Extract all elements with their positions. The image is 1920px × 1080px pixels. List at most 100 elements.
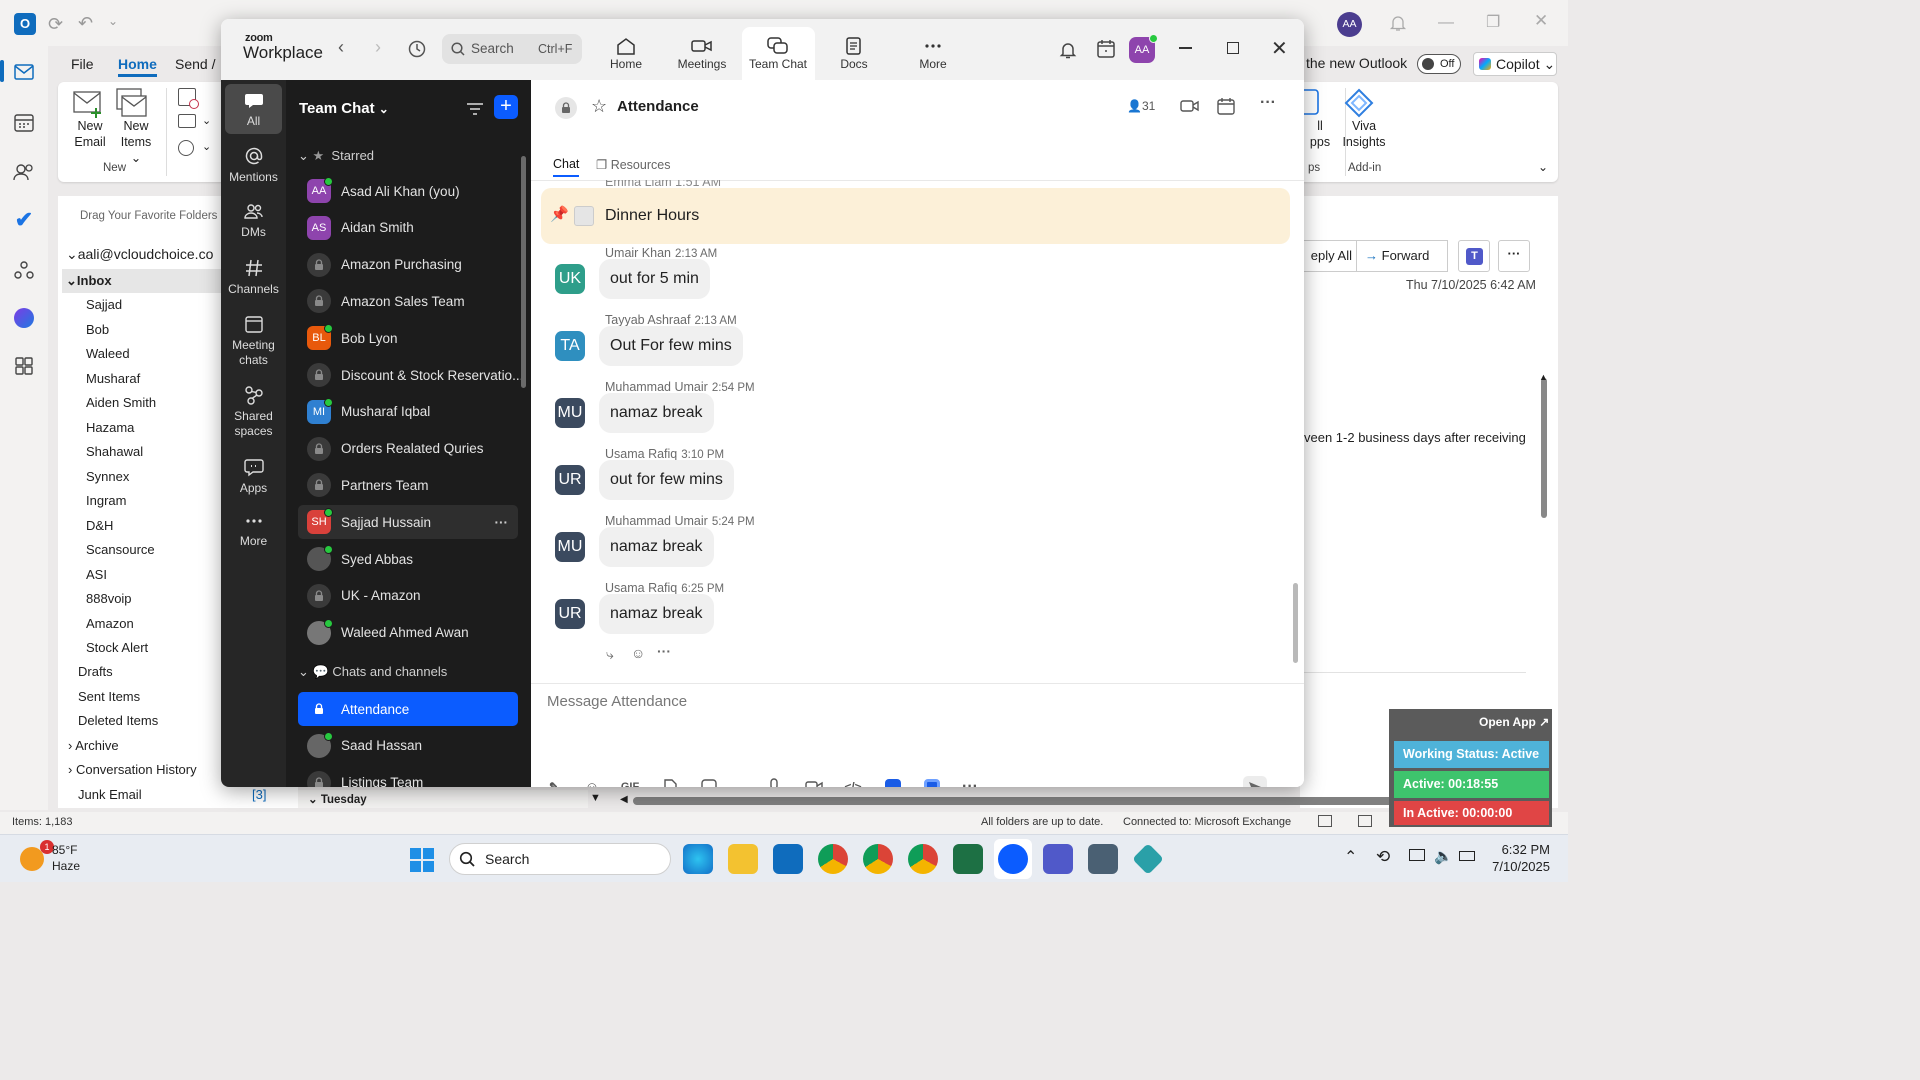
ribbon-collapse-icon[interactable]: ⌄ bbox=[1538, 160, 1548, 174]
nav-shared-spaces[interactable]: Shared spaces bbox=[225, 385, 282, 439]
inbox-subfolder[interactable]: ASI bbox=[86, 567, 107, 582]
people-icon[interactable] bbox=[10, 158, 38, 186]
inbox-subfolder[interactable]: 888voip bbox=[86, 591, 132, 606]
reading-view-icon[interactable] bbox=[1358, 815, 1372, 827]
reply-all-button[interactable]: eply All bbox=[1300, 240, 1356, 272]
filter-icon[interactable] bbox=[466, 101, 484, 117]
chat-list-item[interactable]: Discount & Stock Reservatio... bbox=[298, 358, 523, 392]
message-more-icon[interactable]: ··· bbox=[657, 643, 671, 659]
inbox-subfolder[interactable]: Musharaf bbox=[86, 371, 140, 386]
nav-dms[interactable]: DMs bbox=[225, 203, 282, 240]
inbox-subfolder[interactable]: Shahawal bbox=[86, 444, 143, 459]
normal-view-icon[interactable] bbox=[1318, 815, 1332, 827]
gif-button[interactable]: GIF bbox=[619, 776, 641, 787]
minimize-icon[interactable]: — bbox=[1438, 14, 1454, 32]
folder-item[interactable]: › Conversation History bbox=[68, 762, 197, 777]
scroll-down-icon[interactable]: ▼ bbox=[590, 792, 601, 804]
close-icon[interactable]: ✕ bbox=[1534, 11, 1548, 31]
screenshot-icon[interactable] bbox=[698, 776, 720, 787]
tab-home[interactable]: Home bbox=[591, 27, 661, 80]
inbox-subfolder[interactable]: Sajjad bbox=[86, 297, 122, 312]
chrome-icon[interactable] bbox=[818, 844, 848, 874]
inbox-subfolder[interactable]: Ingram bbox=[86, 493, 126, 508]
teams-share-button[interactable]: T bbox=[1458, 240, 1490, 272]
message-avatar[interactable]: UR bbox=[555, 465, 585, 495]
message-avatar[interactable]: UK bbox=[555, 264, 585, 294]
forward-icon[interactable]: › bbox=[375, 37, 381, 58]
scroll-left-icon[interactable]: ◀ bbox=[620, 794, 628, 805]
chat-list-item[interactable]: SH Sajjad Hussain ··· bbox=[298, 505, 518, 540]
chat-list-item[interactable]: Waleed Ahmed Awan bbox=[298, 616, 518, 650]
nav-apps[interactable]: Apps bbox=[225, 457, 282, 496]
folder-item[interactable]: Drafts bbox=[78, 664, 113, 679]
all-apps-button[interactable]: ll pps bbox=[1300, 88, 1340, 150]
message-avatar[interactable]: MU bbox=[555, 532, 585, 562]
file-icon[interactable] bbox=[659, 776, 681, 787]
undo-icon[interactable]: ↶ bbox=[78, 13, 93, 34]
chat-scrollbar[interactable] bbox=[1293, 583, 1298, 663]
taskbar-search[interactable]: Search bbox=[449, 843, 671, 875]
inbox-subfolder[interactable]: Waleed bbox=[86, 346, 130, 361]
nav-meeting-chats[interactable]: Meeting chats bbox=[225, 314, 282, 368]
format-icon[interactable]: ✎ bbox=[543, 776, 565, 787]
pinned-message-bar[interactable]: 📌 Dinner Hours bbox=[541, 188, 1290, 244]
send-icon[interactable] bbox=[1243, 776, 1267, 787]
add-reaction-icon[interactable]: ☺ bbox=[631, 645, 645, 661]
open-app-link[interactable]: Open App ↗ bbox=[1479, 715, 1549, 729]
list-scrollbar[interactable] bbox=[521, 156, 526, 388]
app-diamond-icon[interactable] bbox=[1132, 843, 1164, 875]
emoji-icon[interactable]: ☺ bbox=[581, 776, 603, 788]
battery-icon[interactable] bbox=[1459, 851, 1475, 861]
chat-list-item[interactable]: Attendance bbox=[298, 692, 518, 726]
inbox-subfolder[interactable]: Amazon bbox=[86, 616, 134, 631]
chrome-profile-2-icon[interactable] bbox=[863, 844, 893, 874]
sync-tray-icon[interactable]: ⟲ bbox=[1376, 847, 1390, 867]
members-button[interactable]: 👤31 bbox=[1127, 99, 1155, 113]
new-outlook-toggle[interactable]: Off bbox=[1417, 54, 1461, 74]
message-bubble[interactable]: namaz break bbox=[599, 527, 714, 567]
date-group-header[interactable]: ⌄ Tuesday ▼ bbox=[298, 790, 601, 808]
weather-widget[interactable]: 1 85°F Haze bbox=[18, 840, 118, 877]
nav-all[interactable]: All bbox=[225, 92, 282, 129]
zoom-minimize-icon[interactable] bbox=[1179, 47, 1192, 49]
chat-list-item[interactable]: Partners Team bbox=[298, 468, 518, 502]
new-chat-button[interactable]: + bbox=[494, 95, 518, 119]
history-icon[interactable] bbox=[407, 39, 427, 59]
menu-home[interactable]: Home bbox=[118, 56, 157, 77]
customize-qat-icon[interactable]: ⌄ bbox=[108, 14, 118, 28]
tray-overflow-icon[interactable]: ⌃ bbox=[1344, 847, 1357, 867]
app-icon-2[interactable] bbox=[921, 776, 943, 787]
more-actions-button[interactable]: ··· bbox=[1498, 240, 1530, 272]
chats-section-header[interactable]: ⌄ 💬 Chats and channels bbox=[298, 664, 447, 680]
edge-icon[interactable] bbox=[683, 844, 713, 874]
clock-date[interactable]: 7/10/2025 bbox=[1486, 859, 1550, 874]
back-icon[interactable]: ‹ bbox=[338, 37, 344, 58]
resources-tab[interactable]: ❐ Resources bbox=[596, 157, 670, 172]
folder-item[interactable]: Junk Email bbox=[78, 787, 142, 802]
inbox-subfolder[interactable]: Stock Alert bbox=[86, 640, 148, 655]
inbox-subfolder[interactable]: Scansource bbox=[86, 542, 155, 557]
message-author[interactable]: Muhammad Umair bbox=[605, 514, 708, 528]
todo-icon[interactable]: ✔ bbox=[10, 206, 38, 234]
microphone-icon[interactable] bbox=[763, 776, 785, 787]
schedule-icon[interactable] bbox=[1217, 97, 1235, 115]
reply-icon[interactable]: ⤷ bbox=[606, 646, 614, 663]
tab-docs[interactable]: Docs bbox=[819, 27, 889, 80]
message-avatar[interactable]: UR bbox=[555, 599, 585, 629]
team-chat-header[interactable]: Team Chat ⌄ bbox=[299, 100, 389, 117]
item-more-icon[interactable]: ··· bbox=[495, 515, 509, 530]
message-bubble[interactable]: namaz break bbox=[599, 393, 714, 433]
notifications-icon[interactable] bbox=[1059, 40, 1077, 60]
file-explorer-icon[interactable] bbox=[728, 844, 758, 874]
chrome-profile-3-icon[interactable] bbox=[908, 844, 938, 874]
chat-tab[interactable]: Chat bbox=[553, 157, 580, 177]
org-explorer-icon[interactable] bbox=[10, 256, 38, 284]
junk-dropdown-icon[interactable]: ⌄ bbox=[202, 140, 211, 153]
excel-icon[interactable] bbox=[953, 844, 983, 874]
menu-file[interactable]: File bbox=[71, 56, 94, 72]
sync-icon[interactable]: ⟳ bbox=[48, 14, 63, 35]
chat-list-item[interactable]: MI Musharaf Iqbal bbox=[298, 395, 518, 429]
cleanup-icon[interactable] bbox=[178, 114, 196, 128]
inbox-subfolder[interactable]: Aiden Smith bbox=[86, 395, 156, 410]
inbox-subfolder[interactable]: Synnex bbox=[86, 469, 129, 484]
